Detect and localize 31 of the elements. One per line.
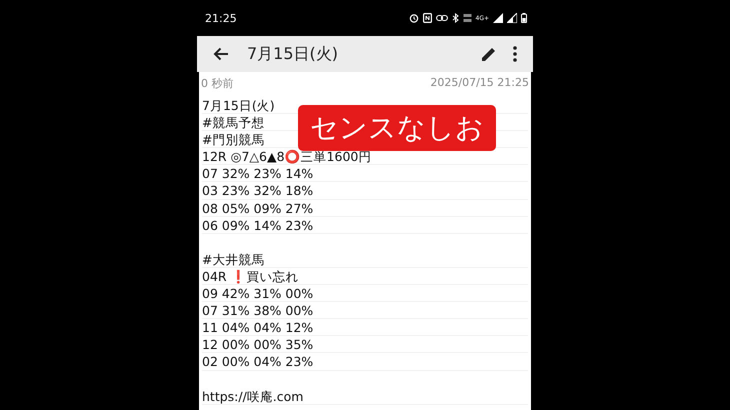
note-line: 06 09% 14% 23% [202, 218, 314, 233]
note-line: 08 05% 09% 27% [202, 200, 314, 216]
note-line: 12R ◎7△6▲8⭕三単1600円 [202, 149, 372, 164]
note-line: #大井競馬 [202, 252, 264, 267]
alarm-icon [408, 13, 418, 23]
note-line: 11 04% 04% 12% [202, 320, 314, 336]
note-line: https://咲庵.com [202, 388, 304, 404]
bluetooth-icon [452, 13, 458, 23]
note-line: 04R ❗買い忘れ [202, 268, 299, 284]
link-icon [436, 14, 448, 22]
battery-icon [521, 13, 527, 23]
nfc-icon [422, 13, 432, 23]
app-bar-title: 7月15日(火) [247, 44, 338, 64]
note-timestamp: 2025/07/15 21:25 [430, 76, 529, 91]
elapsed-time: 0 秒前 [201, 76, 234, 91]
signal-icon [507, 13, 517, 23]
status-time: 21:25 [205, 12, 237, 24]
note-line: 7月15日(火) [202, 98, 275, 113]
caption-banner: センスなしお [298, 105, 496, 151]
note-line: #門別競馬 [202, 132, 264, 148]
more-icon [513, 46, 517, 62]
note-line: 07 31% 38% 00% [202, 303, 314, 318]
note-line: #競馬予想 [202, 115, 264, 130]
note-line: 03 23% 32% 18% [202, 183, 314, 198]
note-line: 02 00% 04% 23% [202, 354, 314, 370]
note-line: 12 00% 00% 35% [202, 337, 314, 352]
signal-icon [493, 13, 503, 23]
note-line: 09 42% 31% 00% [202, 286, 314, 302]
back-arrow-icon [213, 47, 229, 61]
pencil-icon [481, 46, 497, 62]
note-line: 07 32% 23% 14% [202, 166, 314, 182]
